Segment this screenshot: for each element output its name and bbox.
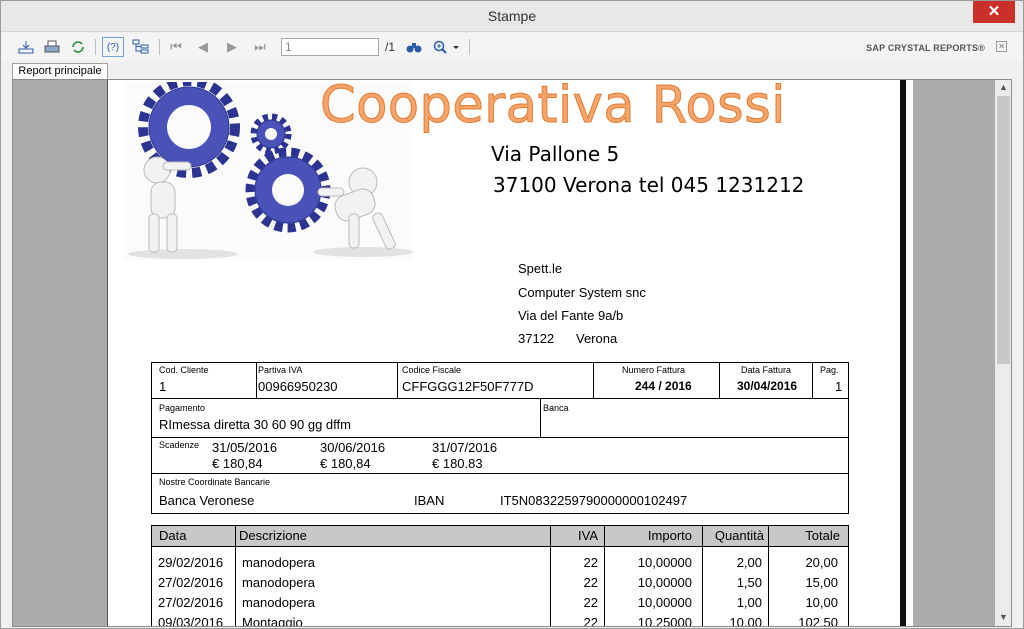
cell-quantita: 2,00: [736, 555, 762, 570]
cell-descrizione: manodopera: [242, 595, 315, 610]
cell-quantita: 1,00: [736, 595, 762, 610]
col-totale-header: Totale: [805, 528, 840, 543]
next-page-icon[interactable]: ▶: [221, 37, 243, 57]
col-importo-header: Importo: [647, 528, 692, 543]
table-header: Data Descrizione IVA Importo Quantità To…: [152, 526, 848, 547]
scadenza-date: 30/06/2016: [320, 440, 386, 455]
scadenza-date: 31/07/2016: [432, 440, 498, 455]
pagina-value: 1: [835, 379, 843, 394]
group-tree-icon[interactable]: [130, 37, 152, 57]
cell-descrizione: manodopera: [242, 575, 315, 590]
cell-importo: 10,00000: [637, 575, 692, 590]
cell-data: 09/03/2016: [158, 615, 224, 627]
close-button[interactable]: ✕: [973, 1, 1015, 23]
close-tab-icon[interactable]: ✕: [996, 41, 1007, 52]
scrollbar-thumb[interactable]: [997, 96, 1010, 364]
col-quantita-header: Quantità: [714, 528, 764, 543]
cell-iva: 22: [583, 595, 598, 610]
title-bar: Stampe ✕: [1, 1, 1023, 32]
cod-cliente-value: 1: [159, 379, 167, 394]
last-page-icon[interactable]: ⏭: [249, 37, 271, 57]
cod-cliente-label: Cod. Cliente: [159, 365, 209, 375]
pagamento-value: RImessa diretta 30 60 90 gg dffm: [159, 417, 351, 432]
scadenza-amount: € 180.83: [432, 456, 483, 471]
page-number-input[interactable]: 1: [281, 38, 379, 56]
col-descrizione-header: Descrizione: [239, 528, 307, 543]
numero-fattura-label: Numero Fattura: [622, 365, 686, 375]
coordinate-bancarie-label: Nostre Coordinate Bancarie: [159, 477, 271, 487]
cell-iva: 22: [583, 615, 598, 627]
pagamento-label: Pagamento: [159, 403, 206, 413]
cf-value: CFFGGG12F50F777D: [402, 379, 534, 394]
banca-label: Banca: [543, 403, 569, 413]
zoom-icon[interactable]: [431, 37, 463, 57]
pagina-label: Pag.: [820, 365, 839, 375]
cell-totale: 10,00: [805, 595, 838, 610]
numero-fattura-value: 244 / 2016: [635, 379, 692, 393]
window-title: Stampe: [487, 8, 537, 24]
recipient-zip: 37122: [518, 331, 555, 346]
scroll-up-icon[interactable]: ▲: [995, 80, 1011, 94]
print-icon[interactable]: [41, 37, 63, 57]
bank-name: Banca Veronese: [159, 493, 255, 508]
cell-iva: 22: [583, 575, 598, 590]
cf-label: Codice Fiscale: [402, 365, 462, 375]
recipient-name: Computer System snc: [518, 285, 646, 300]
tab-report-principale[interactable]: Report principale: [12, 63, 108, 80]
piva-label: Partiva IVA: [258, 365, 303, 375]
col-data-header: Data: [159, 528, 187, 543]
cell-quantita: 1,50: [736, 575, 762, 590]
cell-totale: 15,00: [805, 575, 838, 590]
cell-importo: 10,00000: [637, 595, 692, 610]
cell-data: 27/02/2016: [158, 595, 224, 610]
iban-value: IT5N0832259790000000102497: [500, 493, 688, 508]
scadenza-amount: € 180,84: [320, 456, 371, 471]
cell-data: 29/02/2016: [158, 555, 224, 570]
data-fattura-label: Data Fattura: [741, 365, 792, 375]
company-address-line2: 37100 Verona tel 045 1231212: [493, 173, 805, 197]
cell-iva: 22: [583, 555, 598, 570]
previous-page-icon[interactable]: ◀: [192, 37, 214, 57]
export-icon[interactable]: [15, 37, 37, 57]
recipient-city: Verona: [576, 331, 618, 346]
scadenza-amount: € 180,84: [212, 456, 263, 471]
recipient-salutation: Spett.le: [518, 261, 563, 276]
cell-data: 27/02/2016: [158, 575, 224, 590]
cell-totale: 20,00: [805, 555, 838, 570]
cell-descrizione: Montaggio: [242, 615, 303, 627]
line-items-table: Data Descrizione IVA Importo Quantità To…: [151, 525, 849, 627]
refresh-icon[interactable]: [67, 37, 89, 57]
cell-descrizione: manodopera: [242, 555, 315, 570]
help-icon[interactable]: (?): [102, 37, 124, 57]
recipient-street: Via del Fante 9a/b: [518, 308, 624, 323]
col-iva-header: IVA: [578, 528, 598, 543]
report-viewer: Cooperativa Rossi Via Pallone 5 37100 Ve…: [12, 79, 1012, 627]
report-page: Cooperativa Rossi Via Pallone 5 37100 Ve…: [107, 79, 913, 627]
find-icon[interactable]: [403, 37, 425, 57]
cell-importo: 10,25000: [637, 615, 692, 627]
scadenze-label: Scadenze: [159, 440, 200, 450]
data-fattura-value: 30/04/2016: [737, 379, 798, 393]
toolbar: (?) ⏮ ◀ ▶ ⏭ 1 /1 SAP CRYSTAL REPORTS® ✕: [1, 33, 1023, 61]
company-name: Cooperativa Rossi: [320, 79, 786, 136]
cell-importo: 10,00000: [637, 555, 692, 570]
iban-label: IBAN: [414, 493, 445, 508]
piva-value: 00966950230: [258, 379, 338, 394]
cell-totale: 102,50: [798, 615, 838, 627]
vertical-scrollbar[interactable]: ▲ ▼: [995, 80, 1011, 626]
company-address-line1: Via Pallone 5: [491, 142, 620, 166]
cell-quantita: 10,00: [729, 615, 762, 627]
brand-label: SAP CRYSTAL REPORTS®: [866, 43, 985, 53]
scroll-down-icon[interactable]: ▼: [995, 610, 1011, 624]
page-edge-shadow: [900, 80, 906, 626]
report-window: Stampe ✕ (?) ⏮ ◀ ▶ ⏭ 1 /1 SAP CRYSTAL RE: [0, 0, 1024, 629]
scadenza-date: 31/05/2016: [212, 440, 278, 455]
page-total: /1: [385, 40, 396, 54]
first-page-icon[interactable]: ⏮: [165, 37, 187, 57]
